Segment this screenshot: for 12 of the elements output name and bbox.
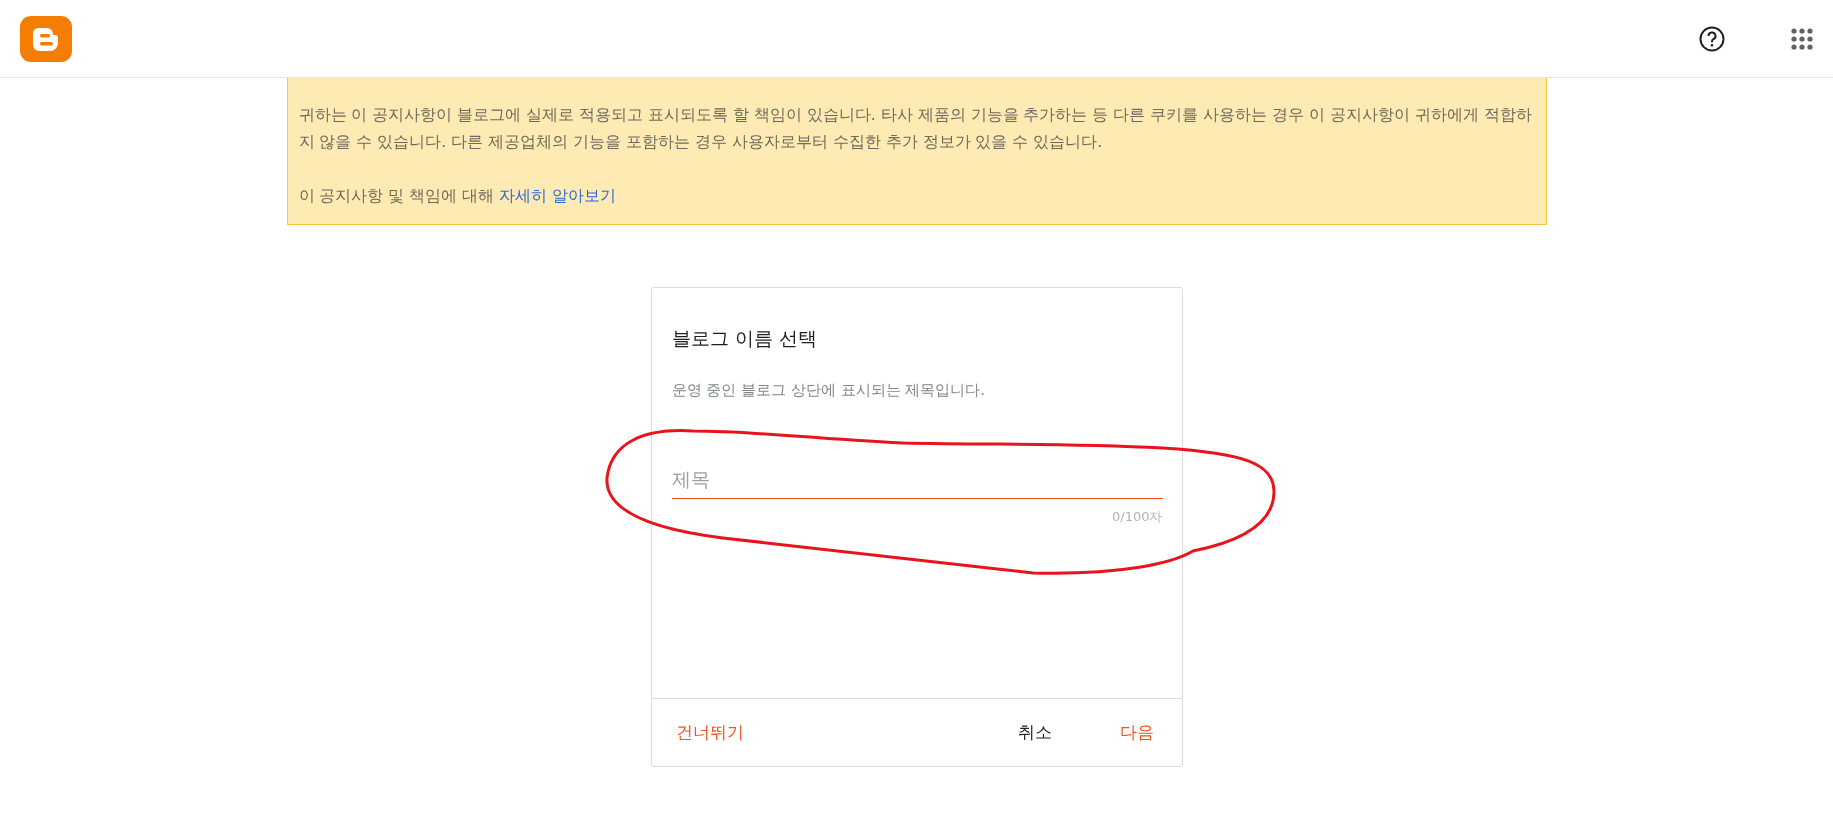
learn-more-link[interactable]: 자세히 알아보기 bbox=[499, 187, 617, 205]
notice-text: 이 공지사항 및 책임에 대해 bbox=[298, 187, 496, 205]
skip-button[interactable]: 건너뛰기 bbox=[663, 713, 756, 752]
notice-text: 귀하는 이 공지사항이 블로그에 실제로 적용되고 표시되도록 할 책임이 있습니다. 타사 제품의 기능을 추가하는 등 다른 쿠키를 사용하는 경우 이 공지사항이 귀하에게 적합하지 않을 수 있습니다. 다른 제공업체의 기능을 포함하는 경우 사용자로부터 수집한 추가 정보가 있을 수 있습니다. bbox=[298, 105, 1533, 153]
dialog-subtitle: 운영 중인 블로그 상단에 표시되는 제목입니다. bbox=[671, 379, 987, 401]
cancel-button[interactable]: 취소 bbox=[1005, 713, 1064, 752]
character-counter: 0/100자 bbox=[1112, 508, 1163, 524]
next-button[interactable]: 다음 bbox=[1107, 713, 1166, 752]
apps-grid-icon[interactable] bbox=[1791, 27, 1813, 50]
blogger-logo-icon[interactable] bbox=[20, 15, 72, 62]
help-icon[interactable] bbox=[1699, 25, 1725, 52]
dialog-title: 블로그 이름 선택 bbox=[671, 326, 818, 351]
